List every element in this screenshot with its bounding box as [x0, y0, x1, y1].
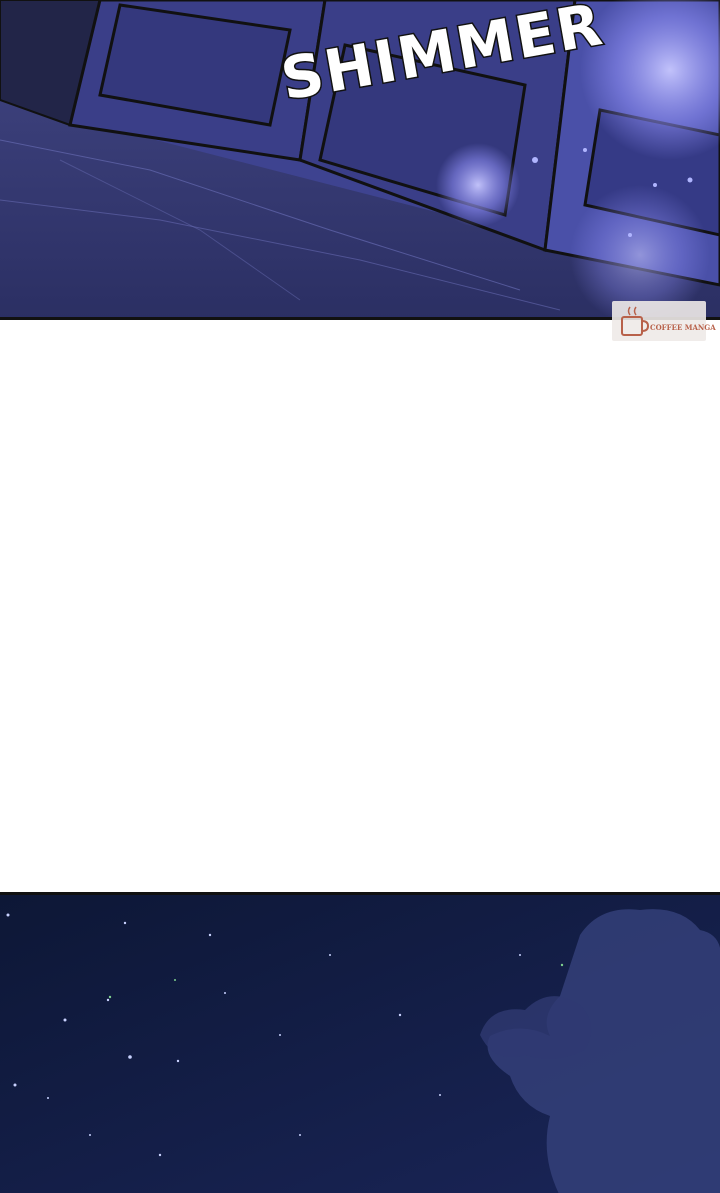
night-sky-illustration [0, 895, 720, 1193]
watermark: COFFEE MANGA [612, 301, 716, 341]
watermark-text: COFFEE MANGA [650, 323, 716, 332]
coffee-cup-icon [621, 306, 650, 336]
top-panel: SHIMMER [0, 0, 720, 320]
bottom-panel [0, 892, 720, 1193]
panel-gutter [0, 320, 720, 892]
